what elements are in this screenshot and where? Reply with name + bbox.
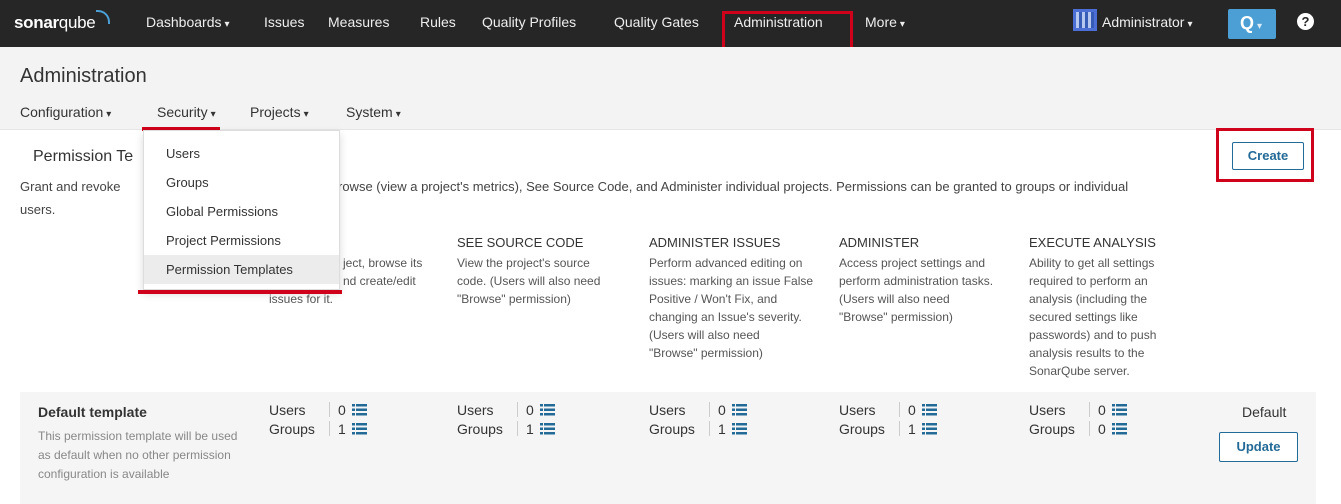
col-head-administer-issues: ADMINISTER ISSUES [649,235,781,250]
user-menu[interactable]: Administrator ▾ [1102,14,1193,30]
col-head-administer: ADMINISTER [839,235,920,250]
perm-cell-administer: Users 0 Groups 1 [839,401,937,439]
security-dropdown-menu: Users Groups Global Permissions Project … [143,130,340,290]
chevron-down-icon: ▾ [1187,19,1193,30]
perm-cell-execute-analysis: Users 0 Groups 0 [1029,401,1127,439]
section-title: Permission Te [33,148,134,165]
default-badge: Default [1242,404,1287,420]
menu-item-global-permissions[interactable]: Global Permissions [144,197,339,226]
list-icon[interactable] [732,423,747,435]
perm-cell-administer-issues: Users 0 Groups 1 [649,401,747,439]
template-name: Default template [38,404,147,420]
nav-measures[interactable]: Measures [328,14,389,30]
nav-dashboards[interactable]: Dashboards ▾ [146,14,230,30]
list-icon[interactable] [922,404,937,416]
menu-item-permission-templates[interactable]: Permission Templates [144,255,339,284]
list-icon[interactable] [1112,423,1127,435]
subnav-configuration[interactable]: Configuration ▾ [20,104,111,120]
chevron-down-icon: ▾ [224,19,230,30]
nav-more[interactable]: More ▾ [865,14,905,30]
chevron-down-icon: ▾ [899,19,905,30]
list-icon[interactable] [922,423,937,435]
top-navbar: sonarqube Dashboards ▾ Issues Measures Ru… [0,0,1341,47]
menu-item-groups[interactable]: Groups [144,168,339,197]
list-icon[interactable] [540,423,555,435]
search-icon: Q [1240,13,1255,33]
nav-quality-profiles[interactable]: Quality Profiles [482,14,576,30]
col-desc-administer: Access project settings and perform admin… [839,256,994,324]
nav-quality-gates[interactable]: Quality Gates [614,14,699,30]
col-desc-administer-issues: Perform advanced editing on issues: marki… [649,256,814,360]
col-desc-see-source-code: View the project's source code. (Users wi… [457,256,601,306]
avatar [1073,9,1097,31]
admin-header: Administration Configuration ▾ Security ▾ … [0,47,1341,130]
nav-issues[interactable]: Issues [264,14,304,30]
sonarqube-logo[interactable]: sonarqube [14,13,96,33]
perm-cell-browse: Users 0 Groups 1 [269,401,367,439]
nav-rules[interactable]: Rules [420,14,456,30]
subnav-security[interactable]: Security ▾ [157,104,216,120]
chevron-down-icon: ▾ [395,109,401,120]
create-button[interactable]: Create [1232,142,1304,170]
chevron-down-icon: ▾ [210,109,216,120]
list-icon[interactable] [540,404,555,416]
search-button[interactable]: Q ▾ [1228,9,1276,39]
list-icon[interactable] [732,404,747,416]
subnav-system[interactable]: System ▾ [346,104,401,120]
menu-item-project-permissions[interactable]: Project Permissions [144,226,339,255]
update-button[interactable]: Update [1219,432,1298,462]
perm-cell-see-source-code: Users 0 Groups 1 [457,401,555,439]
chevron-down-icon: ▾ [303,109,309,120]
list-icon[interactable] [1112,404,1127,416]
logo-wave-icon [96,10,110,24]
help-icon[interactable]: ? [1297,13,1314,30]
col-head-see-source-code: SEE SOURCE CODE [457,235,584,250]
list-icon[interactable] [352,404,367,416]
subnav-projects[interactable]: Projects ▾ [250,104,309,120]
col-desc-execute-analysis: Ability to get all settings required to p… [1029,256,1157,378]
menu-item-users[interactable]: Users [144,139,339,168]
chevron-down-icon: ▾ [106,109,112,120]
list-icon[interactable] [352,423,367,435]
highlight-underline-permission-templates [138,290,342,294]
col-head-execute-analysis: EXECUTE ANALYSIS [1029,235,1156,250]
page-title: Administration [20,65,147,87]
chevron-down-icon: ▾ [1257,21,1263,32]
template-description: This permission template will be used as… [38,429,238,481]
